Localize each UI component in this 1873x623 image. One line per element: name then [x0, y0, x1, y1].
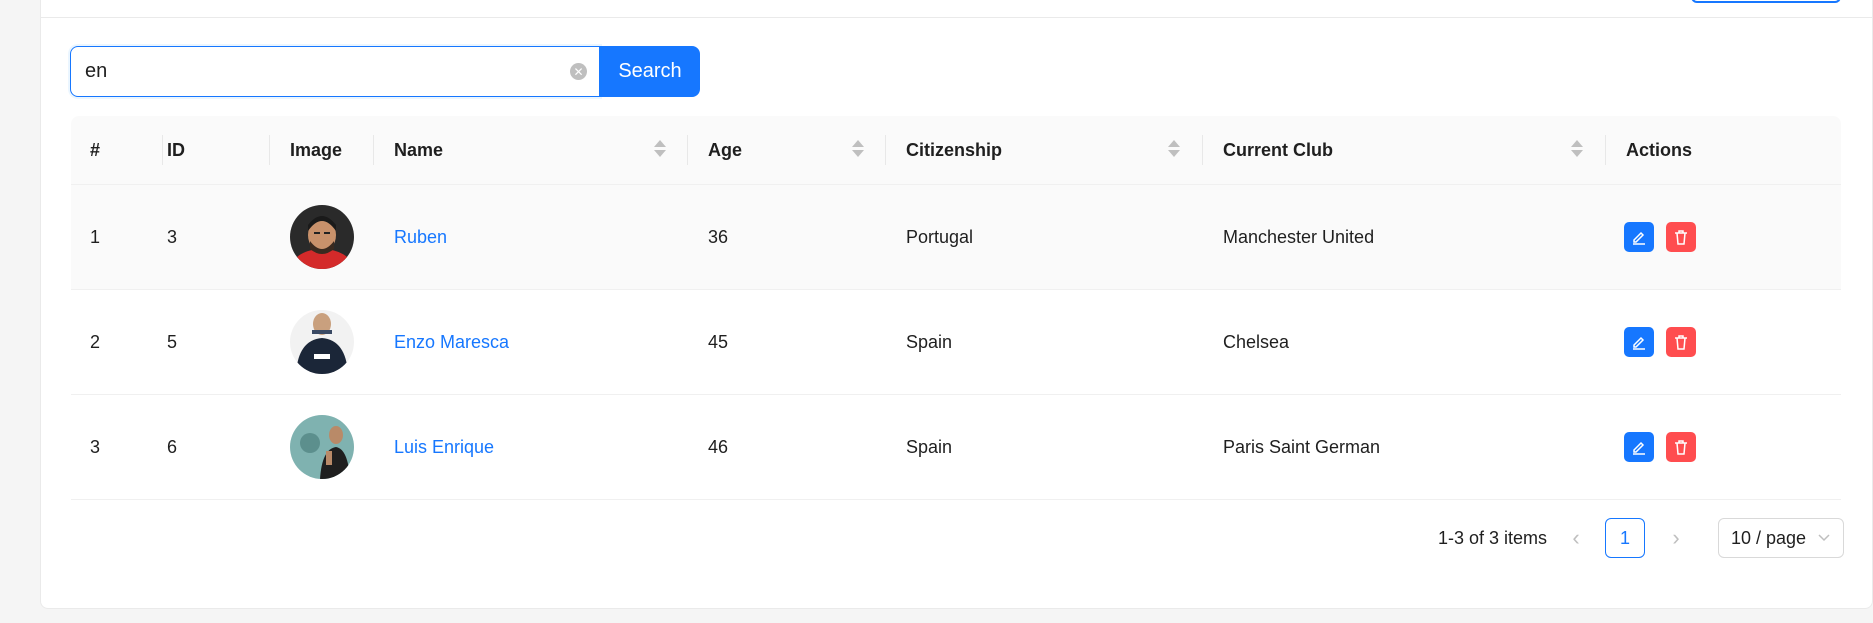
player-name-link[interactable]: Luis Enrique [394, 437, 494, 458]
column-header-id: ID [167, 139, 185, 160]
column-separator [1202, 135, 1203, 165]
player-avatar [290, 415, 354, 479]
search-bar: ✕ Search [70, 46, 700, 97]
pagination: 1-3 of 3 items ‹ 1 › 10 / page [0, 518, 1873, 558]
cell-age: 36 [708, 226, 729, 247]
table-row: 1 3 Ruben 36 Portugal Manchester United [71, 185, 1841, 290]
delete-icon [1675, 440, 1687, 455]
cell-current-club: Paris Saint German [1223, 436, 1381, 457]
column-header-name[interactable]: Name [394, 116, 443, 184]
cell-id: 5 [167, 331, 178, 352]
cell-actions [1624, 290, 1708, 394]
cell-id: 6 [167, 436, 178, 457]
search-input[interactable] [85, 60, 545, 83]
delete-button[interactable] [1666, 432, 1696, 462]
cell-index: 3 [90, 436, 101, 457]
search-field[interactable]: ✕ [70, 46, 600, 97]
column-header-image: Image [290, 139, 343, 160]
header-divider [41, 17, 1872, 18]
player-avatar [290, 310, 354, 374]
cell-current-club: Manchester United [1223, 226, 1375, 247]
cell-current-club: Chelsea [1223, 331, 1290, 352]
column-separator [885, 135, 886, 165]
cell-age: 45 [708, 331, 729, 352]
chevron-left-icon[interactable]: ‹ [1560, 518, 1592, 558]
sort-icon[interactable] [1168, 140, 1180, 160]
sort-icon[interactable] [654, 140, 666, 160]
column-separator [1605, 135, 1606, 165]
table-header: # ID Image Name Age Citizenship Current … [71, 116, 1841, 185]
edit-button[interactable] [1624, 222, 1654, 252]
player-name-link[interactable]: Enzo Maresca [394, 332, 509, 353]
delete-icon [1675, 230, 1687, 245]
cell-actions [1624, 395, 1708, 499]
page-size-value: 10 / page [1731, 527, 1807, 548]
cell-age: 46 [708, 436, 729, 457]
delete-icon [1675, 335, 1687, 350]
player-name-link[interactable]: Ruben [394, 227, 447, 248]
cell-name: Enzo Maresca [394, 290, 509, 394]
cell-citizenship: Spain [906, 331, 953, 352]
table-row: 3 6 Luis Enrique 46 Spain Paris Saint Ge… [71, 395, 1841, 500]
column-header-index: # [90, 139, 101, 160]
page-size-select[interactable]: 10 / page [1718, 518, 1844, 558]
column-separator [269, 135, 270, 165]
column-separator [687, 135, 688, 165]
cell-citizenship: Portugal [906, 226, 974, 247]
cell-name: Luis Enrique [394, 395, 494, 499]
sort-icon[interactable] [1571, 140, 1583, 160]
cell-name: Ruben [394, 185, 447, 289]
edit-icon [1633, 336, 1645, 350]
search-button[interactable]: Search [600, 46, 700, 97]
delete-button[interactable] [1666, 327, 1696, 357]
player-avatar [290, 205, 354, 269]
edit-button[interactable] [1624, 432, 1654, 462]
pagination-page-1[interactable]: 1 [1605, 518, 1645, 558]
cell-image [290, 185, 354, 289]
column-separator [373, 135, 374, 165]
column-separator [162, 135, 163, 165]
table-row: 2 5 Enzo Maresca 45 Spain Chelsea [71, 290, 1841, 395]
edit-button[interactable] [1624, 327, 1654, 357]
pagination-total: 1-3 of 3 items [1438, 527, 1548, 548]
edit-icon [1633, 441, 1645, 455]
close-circle-icon[interactable]: ✕ [570, 63, 587, 80]
column-header-citizenship[interactable]: Citizenship [906, 116, 1002, 184]
cell-id: 3 [167, 226, 178, 247]
cell-index: 1 [90, 226, 101, 247]
cell-image [290, 290, 354, 394]
column-header-age[interactable]: Age [708, 116, 742, 184]
players-table: # ID Image Name Age Citizenship Current … [71, 116, 1841, 500]
sort-icon[interactable] [852, 140, 864, 160]
cell-image [290, 395, 354, 499]
chevron-down-icon [1818, 534, 1830, 542]
column-header-current-club[interactable]: Current Club [1223, 116, 1333, 184]
chevron-right-icon[interactable]: › [1660, 518, 1692, 558]
column-header-actions: Actions [1626, 139, 1693, 160]
cell-actions [1624, 185, 1708, 289]
cell-citizenship: Spain [906, 436, 953, 457]
edit-icon [1633, 231, 1645, 245]
delete-button[interactable] [1666, 222, 1696, 252]
add-button-edge[interactable] [1691, 0, 1841, 3]
cell-index: 2 [90, 331, 101, 352]
